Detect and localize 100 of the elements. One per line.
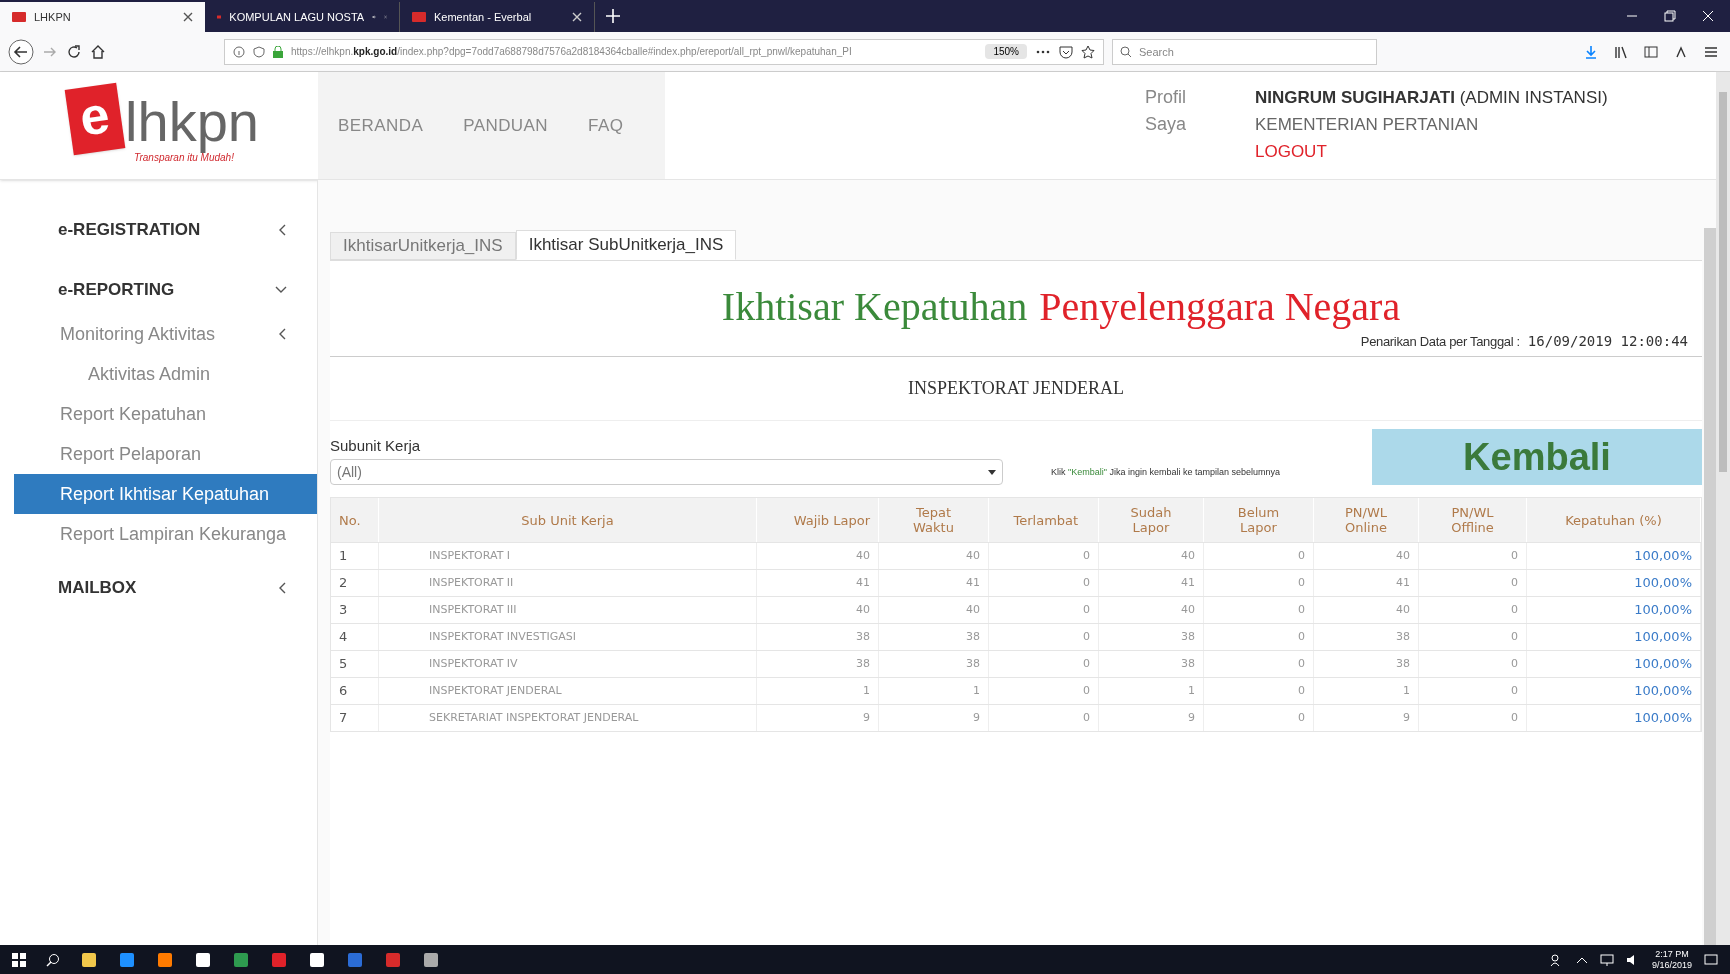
back-icon[interactable] [8, 38, 34, 65]
report-title: Penyelenggara Negara [1039, 283, 1401, 331]
download-icon[interactable] [1584, 44, 1598, 59]
app-icon[interactable] [194, 950, 212, 969]
column-header[interactable]: No. [331, 498, 379, 542]
table-cell: 0 [1204, 678, 1314, 704]
logout-link[interactable]: LOGOUT [1255, 138, 1608, 165]
back-link[interactable]: "Kembali" [1068, 466, 1107, 477]
sidebar-item[interactable]: Report Kepatuhan [14, 394, 317, 434]
table-cell: 40 [879, 597, 989, 623]
report-tab[interactable]: Ikhtisar SubUnitkerja_INS [515, 230, 737, 260]
table-cell: INSPEKTORAT INVESTIGASI [379, 624, 757, 650]
organization-name: KEMENTERIAN PERTANIAN [1255, 114, 1480, 136]
column-header[interactable]: PN/WL Online [1314, 498, 1419, 542]
nav-link[interactable]: BERANDA [338, 112, 424, 139]
sidebar-icon[interactable] [1644, 44, 1658, 59]
browser-tab[interactable]: LHKPN [0, 2, 205, 32]
menu-icon[interactable] [1704, 44, 1718, 59]
column-header[interactable]: Terlambat [989, 498, 1099, 542]
scrollbar[interactable] [1704, 228, 1716, 945]
table-cell: 4 [331, 624, 379, 650]
search-field[interactable]: Search [1112, 38, 1377, 65]
table-cell: INSPEKTORAT II [379, 570, 757, 596]
profile-link[interactable]: Profil Saya [1145, 84, 1205, 179]
restore-icon[interactable] [1664, 10, 1676, 22]
app-icon[interactable] [422, 950, 440, 969]
table-cell: 41 [757, 570, 879, 596]
table-cell: 3 [331, 597, 379, 623]
table-cell: 9 [1099, 705, 1204, 731]
home-icon[interactable] [90, 43, 106, 60]
pocket-icon[interactable] [1059, 44, 1073, 59]
data-date-label: Penarikan Data per Tanggal : [1360, 332, 1520, 351]
table-cell: 40 [1314, 597, 1419, 623]
table-cell: 0 [1204, 624, 1314, 650]
column-header[interactable]: Sub Unit Kerja [379, 498, 757, 542]
notification-icon[interactable] [1704, 952, 1718, 967]
table-cell: 100,00% [1527, 597, 1701, 623]
table-cell: 38 [1099, 624, 1204, 650]
table-cell: 40 [1314, 543, 1419, 569]
table-cell: 38 [1099, 651, 1204, 677]
table-cell: INSPEKTORAT IV [379, 651, 757, 677]
user-name: NINGRUM SUGIHARJATI (ADMIN INSTANSI) [1255, 87, 1608, 109]
star-icon[interactable] [1081, 44, 1095, 59]
sidebar-item[interactable]: Monitoring Aktivitas [14, 314, 317, 354]
extension-icon[interactable] [1674, 44, 1688, 59]
nav-link[interactable]: PANDUAN [463, 112, 548, 139]
reload-icon[interactable] [66, 43, 82, 60]
subunit-select[interactable]: (All) [330, 459, 1003, 485]
sidebar-item[interactable]: Report Pelaporan [14, 434, 317, 474]
table-cell: 0 [1204, 570, 1314, 596]
address-bar[interactable]: https://elhkpn.kpk.go.id/index.php?dpg=7odd7a688798d7576a2d8184364cballe#index.php/ereport/all_rpt_pnwl/kepatuhan_PI 150% [224, 38, 1104, 65]
library-icon[interactable] [1614, 44, 1628, 59]
table-cell: 40 [757, 597, 879, 623]
table-cell: 38 [879, 624, 989, 650]
column-header[interactable]: Belum Lapor [1204, 498, 1314, 542]
info-icon [233, 45, 245, 58]
app-icon[interactable] [156, 950, 174, 969]
column-header[interactable]: Kepatuhan (%) [1527, 498, 1701, 542]
favicon-icon [412, 12, 426, 22]
unit-heading: INSPEKTORAT JENDERAL [908, 377, 1124, 400]
lock-icon [273, 45, 283, 58]
column-header[interactable]: PN/WL Offline [1419, 498, 1527, 542]
clock-time: 2:17 PM [1655, 948, 1689, 960]
scrollbar[interactable] [1716, 72, 1730, 945]
table-cell: 0 [989, 570, 1099, 596]
logo-tagline: Transparan itu Mudah! [134, 152, 234, 165]
column-header[interactable]: Sudah Lapor [1099, 498, 1204, 542]
zoom-level[interactable]: 150% [985, 44, 1027, 59]
search-icon[interactable] [46, 952, 60, 967]
nav-link[interactable]: FAQ [588, 112, 624, 139]
sidebar-item[interactable]: Aktivitas Admin [14, 354, 317, 394]
table-cell: 41 [879, 570, 989, 596]
table-cell: 9 [1314, 705, 1419, 731]
table-cell: 38 [1314, 651, 1419, 677]
table-cell: 100,00% [1527, 543, 1701, 569]
shield-icon [253, 45, 265, 58]
network-icon[interactable] [1599, 953, 1614, 966]
table-cell: 1 [757, 678, 879, 704]
table-cell: 7 [331, 705, 379, 731]
table-cell: 5 [331, 651, 379, 677]
close-icon[interactable] [183, 12, 193, 22]
dropdown-caret-icon [988, 469, 996, 475]
sidebar-section[interactable]: e-REGISTRATION [58, 210, 287, 250]
app-icon[interactable] [118, 950, 136, 969]
table-cell: INSPEKTORAT JENDERAL [379, 678, 757, 704]
sidebar-section[interactable]: MAILBOX [58, 568, 287, 608]
back-button[interactable]: Kembali [1372, 429, 1702, 485]
sidebar-item[interactable]: Report Lampiran Kekuranga [14, 514, 317, 554]
app-icon[interactable] [80, 950, 98, 969]
table-cell: 0 [1204, 651, 1314, 677]
sidebar-section[interactable]: e-REPORTING [58, 270, 287, 310]
column-header[interactable]: Wajib Lapor [757, 498, 879, 542]
windows-icon[interactable] [12, 952, 26, 967]
sidebar-item[interactable]: Report Ikhtisar Kepatuhan [14, 474, 317, 514]
column-header[interactable]: Tepat Waktu [879, 498, 989, 542]
table-cell: 38 [757, 651, 879, 677]
table-cell: 40 [757, 543, 879, 569]
app-icon[interactable] [308, 950, 326, 969]
report-tab[interactable]: IkhtisarUnitkerja_INS [330, 232, 516, 260]
chevron-up-icon[interactable] [1575, 955, 1588, 964]
